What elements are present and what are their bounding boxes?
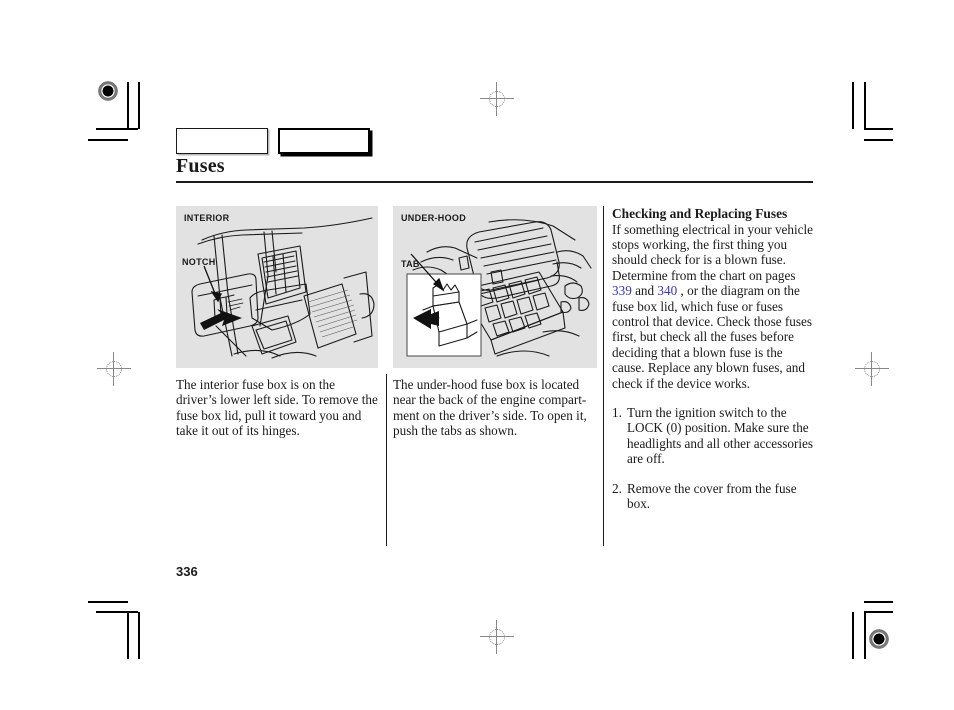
title-rule bbox=[176, 181, 813, 183]
step-number: 2. bbox=[612, 480, 622, 496]
under-hood-fuse-box-illustration: UNDER-HOOD TAB bbox=[393, 206, 597, 368]
intro-text-part-2: , or the diagram on the fuse box lid, wh… bbox=[612, 283, 812, 391]
crop-mark-top-left-horizontal-2 bbox=[88, 139, 128, 141]
interior-caption: The interior fuse box is on the driver’s… bbox=[176, 377, 378, 439]
column-divider-1 bbox=[386, 374, 387, 546]
crop-mark-bottom-left-vertical bbox=[138, 612, 140, 659]
page-link-340[interactable]: 340 bbox=[657, 283, 677, 298]
tab-callout-label: TAB bbox=[401, 259, 420, 269]
chapter-tab-1[interactable] bbox=[176, 128, 268, 154]
page-number: 336 bbox=[176, 564, 198, 579]
registration-crosshair-right-center bbox=[855, 352, 889, 386]
step-text: Remove the cover from the fuse box. bbox=[627, 480, 797, 512]
under-hood-figure-label: UNDER-HOOD bbox=[401, 213, 466, 223]
registration-mark-top-left bbox=[97, 80, 119, 102]
procedure-step-list: 1. Turn the ignition switch to the LOCK … bbox=[612, 405, 814, 511]
interior-illustration-graphic bbox=[191, 217, 375, 359]
chapter-tab-2[interactable] bbox=[278, 128, 370, 154]
registration-crosshair-bottom-center bbox=[480, 620, 514, 654]
column-under-hood: UNDER-HOOD TAB The under-hood fuse box i… bbox=[393, 206, 597, 439]
section-intro-paragraph: If something electrical in your vehicle … bbox=[612, 222, 814, 391]
crop-mark-top-right-vertical-2 bbox=[864, 82, 866, 129]
step-text: Turn the ignition switch to the LOCK (0)… bbox=[627, 405, 814, 467]
column-divider-2 bbox=[603, 206, 604, 546]
interior-fuse-box-illustration: INTERIOR NOTCH bbox=[176, 206, 378, 368]
link-conjunction: and bbox=[635, 283, 655, 299]
crop-mark-bottom-right-horizontal bbox=[864, 611, 893, 613]
crop-mark-bottom-left-vertical-2 bbox=[127, 612, 129, 659]
crop-mark-bottom-left-horizontal-2 bbox=[88, 601, 128, 603]
crop-mark-bottom-right-vertical bbox=[852, 612, 854, 659]
manual-page: Fuses INTERIOR NOTCH The interior fuse b… bbox=[0, 0, 954, 710]
crop-mark-top-left-vertical-2 bbox=[127, 82, 129, 129]
crop-mark-top-right-horizontal bbox=[864, 128, 893, 130]
tab-detail-inset bbox=[406, 253, 482, 357]
column-interior: INTERIOR NOTCH The interior fuse box is … bbox=[176, 206, 378, 439]
chapter-tab-group bbox=[176, 128, 370, 154]
crop-mark-top-right-vertical bbox=[852, 82, 854, 129]
crop-mark-top-left-vertical bbox=[138, 82, 140, 129]
step-number: 1. bbox=[612, 405, 622, 421]
column-checking-fuses: Checking and Replacing Fuses If somethin… bbox=[612, 206, 814, 526]
page-link-339[interactable]: 339 bbox=[612, 283, 632, 298]
registration-crosshair-top-center bbox=[480, 82, 514, 116]
procedure-step: 1. Turn the ignition switch to the LOCK … bbox=[612, 405, 814, 467]
crop-mark-top-right-horizontal-2 bbox=[864, 139, 893, 141]
procedure-step: 2. Remove the cover from the fuse box. bbox=[612, 481, 814, 512]
notch-callout-label: NOTCH bbox=[182, 257, 216, 267]
interior-figure-label: INTERIOR bbox=[184, 213, 230, 223]
crop-mark-bottom-right-horizontal-2 bbox=[864, 601, 893, 603]
registration-crosshair-left-center bbox=[97, 352, 131, 386]
under-hood-caption: The under-hood fuse box is located near … bbox=[393, 377, 587, 439]
crop-mark-bottom-left-horizontal bbox=[96, 611, 138, 613]
registration-mark-bottom-right bbox=[868, 628, 890, 650]
section-heading: Checking and Replacing Fuses bbox=[612, 206, 788, 221]
intro-text-part-1: If something electrical in your vehicle … bbox=[612, 221, 814, 283]
crop-mark-top-left-horizontal bbox=[96, 128, 138, 130]
page-title: Fuses bbox=[176, 155, 225, 177]
under-hood-illustration-graphic bbox=[406, 219, 592, 357]
crop-mark-bottom-right-vertical-2 bbox=[864, 612, 866, 659]
pull-direction-arrow bbox=[200, 309, 242, 330]
